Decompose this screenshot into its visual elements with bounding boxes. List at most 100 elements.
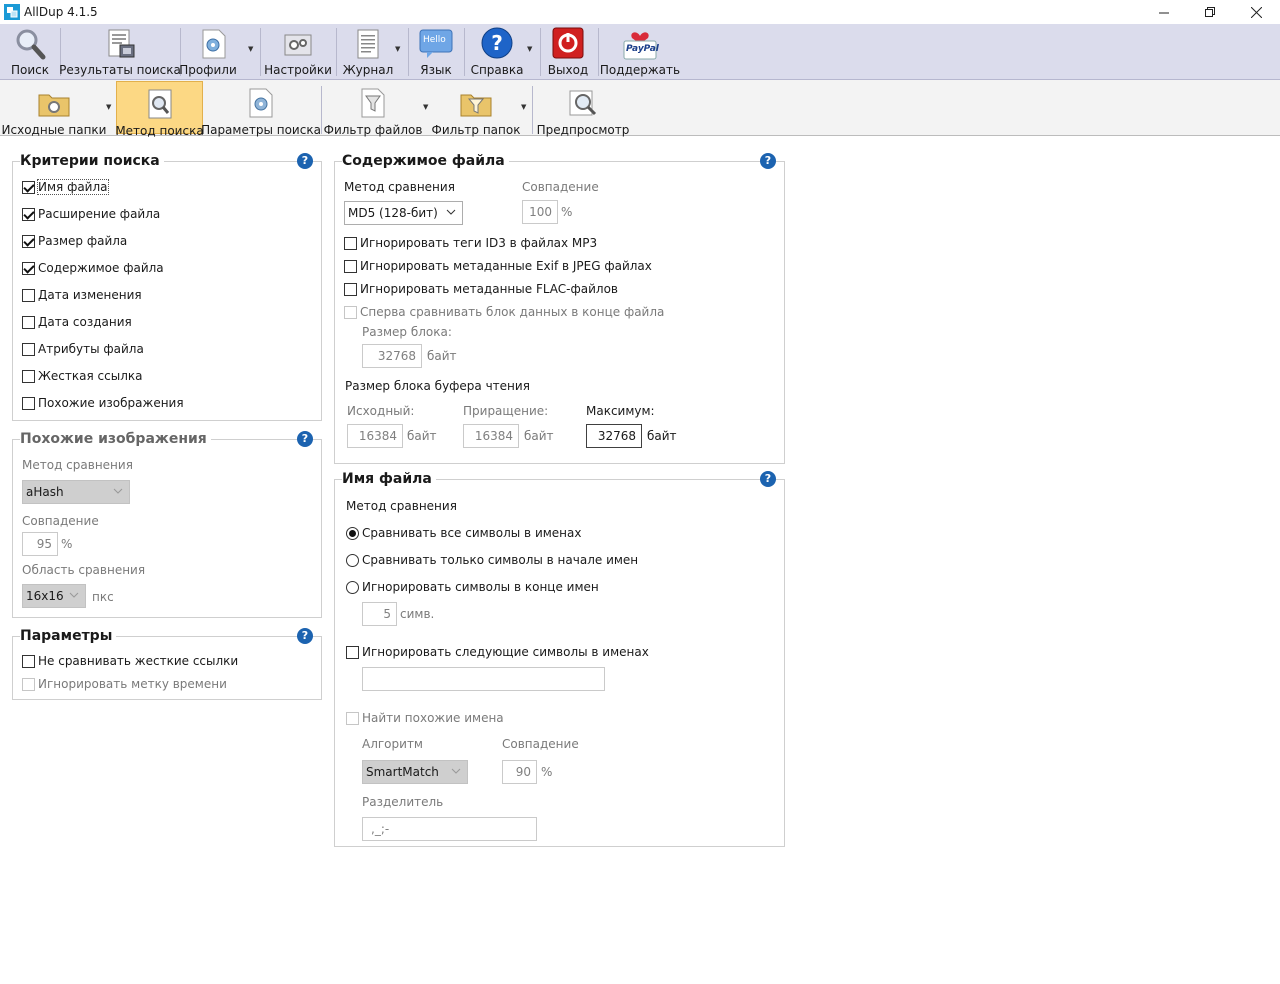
content-help-icon[interactable]: ? bbox=[760, 153, 776, 169]
criteria-item[interactable]: Содержимое файла bbox=[22, 261, 164, 275]
criteria-item[interactable]: Размер файла bbox=[22, 234, 127, 248]
no-hardlinks-label: Не сравнивать жесткие ссылки bbox=[38, 654, 239, 668]
no-hardlinks-checkbox[interactable]: Не сравнивать жесткие ссылки bbox=[22, 654, 238, 668]
ignore-chars-label: Игнорировать следующие символы в именах bbox=[362, 645, 649, 659]
checkbox-icon[interactable] bbox=[22, 677, 35, 691]
separator-input[interactable]: ,_;- bbox=[362, 817, 537, 841]
journal-dropdown-arrow-icon[interactable]: ▼ bbox=[395, 45, 400, 53]
help-button[interactable]: ? Справка bbox=[468, 24, 526, 80]
checkbox-icon[interactable] bbox=[22, 315, 35, 329]
help-dropdown-arrow-icon[interactable]: ▼ bbox=[527, 45, 532, 53]
profiles-dropdown-arrow-icon[interactable]: ▼ bbox=[248, 45, 253, 53]
checkbox-checked-icon[interactable] bbox=[22, 207, 35, 221]
search-params-button[interactable]: Параметры поиска bbox=[201, 81, 321, 137]
minimize-button[interactable] bbox=[1141, 0, 1187, 24]
radio-icon[interactable] bbox=[346, 553, 359, 567]
checkbox-icon[interactable] bbox=[22, 342, 35, 356]
ignore-chars-input[interactable] bbox=[362, 667, 605, 691]
toolbar-separator bbox=[260, 28, 261, 76]
ignore-flac-checkbox[interactable]: Игнорировать метаданные FLAC-файлов bbox=[344, 282, 618, 296]
checkbox-icon[interactable] bbox=[22, 288, 35, 302]
similar-images-match-input[interactable]: 95 bbox=[22, 532, 58, 556]
language-button[interactable]: Hello Язык bbox=[412, 24, 460, 80]
criteria-label: Имя файла bbox=[37, 179, 109, 195]
folder-filter-dropdown-arrow-icon[interactable]: ▼ bbox=[521, 103, 526, 111]
block-size-input[interactable]: 32768 bbox=[362, 344, 422, 368]
magnifier-icon bbox=[13, 27, 47, 61]
preview-button[interactable]: Предпросмотр bbox=[537, 81, 629, 137]
radio-compare-all[interactable]: Сравнивать все символы в именах bbox=[346, 526, 581, 540]
similar-names-checkbox[interactable]: Найти похожие имена bbox=[346, 711, 504, 725]
search-results-label: Результаты поиска bbox=[59, 63, 181, 77]
support-button[interactable]: PayPal Поддержать bbox=[600, 24, 680, 80]
ignore-chars-checkbox[interactable]: Игнорировать следующие символы в именах bbox=[346, 645, 649, 659]
checkbox-icon[interactable] bbox=[22, 396, 35, 410]
checkbox-checked-icon[interactable] bbox=[22, 234, 35, 248]
exit-button[interactable]: Выход bbox=[544, 24, 592, 80]
chars-count-input[interactable]: 5 bbox=[362, 602, 397, 626]
content-match-input[interactable]: 100 bbox=[522, 200, 558, 224]
radio-ignore-end[interactable]: Игнорировать символы в конце имен bbox=[346, 580, 599, 594]
checkbox-icon[interactable] bbox=[346, 645, 359, 659]
criteria-item[interactable]: Похожие изображения bbox=[22, 396, 184, 410]
checkbox-icon[interactable] bbox=[344, 259, 357, 273]
content-title: Содержимое файла bbox=[342, 153, 509, 169]
radio-selected-icon[interactable] bbox=[346, 526, 359, 540]
compare-end-first-checkbox[interactable]: Сперва сравнивать блок данных в конце фа… bbox=[344, 305, 664, 319]
algorithm-select[interactable]: SmartMatch bbox=[362, 760, 468, 784]
filename-help-icon[interactable]: ? bbox=[760, 471, 776, 487]
criteria-item[interactable]: Дата изменения bbox=[22, 288, 142, 302]
criteria-item[interactable]: Атрибуты файла bbox=[22, 342, 144, 356]
criteria-help-icon[interactable]: ? bbox=[297, 153, 313, 169]
ignore-timestamp-checkbox[interactable]: Игнорировать метку времени bbox=[22, 677, 227, 691]
checkbox-icon[interactable] bbox=[344, 236, 357, 250]
content-method-select[interactable]: MD5 (128-бит) bbox=[344, 201, 463, 225]
initial-label: Исходный: bbox=[347, 404, 415, 418]
initial-input[interactable]: 16384 bbox=[347, 424, 403, 448]
checkbox-icon[interactable] bbox=[346, 711, 359, 725]
source-folders-dropdown-arrow-icon[interactable]: ▼ bbox=[106, 103, 111, 111]
search-method-button[interactable]: Метод поиска bbox=[115, 81, 204, 138]
close-button[interactable] bbox=[1233, 0, 1279, 24]
file-filter-label: Фильтр файлов bbox=[323, 123, 423, 137]
folder-filter-button[interactable]: Фильтр папок bbox=[432, 81, 520, 137]
criteria-item[interactable]: Дата создания bbox=[22, 315, 132, 329]
file-filter-dropdown-arrow-icon[interactable]: ▼ bbox=[423, 103, 428, 111]
journal-button[interactable]: Журнал bbox=[340, 24, 396, 80]
search-button[interactable]: Поиск bbox=[7, 24, 53, 80]
checkbox-checked-icon[interactable] bbox=[22, 180, 35, 194]
restore-button[interactable] bbox=[1187, 0, 1233, 24]
radio-icon[interactable] bbox=[346, 580, 359, 594]
search-results-button[interactable]: Результаты поиска bbox=[59, 24, 181, 80]
block-size-label: Размер блока: bbox=[362, 325, 452, 339]
ignore-exif-checkbox[interactable]: Игнорировать метаданные Exif в JPEG файл… bbox=[344, 259, 652, 273]
ignore-timestamp-label: Игнорировать метку времени bbox=[38, 677, 227, 691]
ignore-id3-checkbox[interactable]: Игнорировать теги ID3 в файлах MP3 bbox=[344, 236, 597, 250]
checkbox-icon[interactable] bbox=[344, 305, 357, 319]
checkbox-checked-icon[interactable] bbox=[22, 261, 35, 275]
max-input[interactable]: 32768 bbox=[586, 424, 642, 448]
toolbar-separator bbox=[464, 28, 465, 76]
profiles-button[interactable]: Профили bbox=[179, 24, 244, 80]
checkbox-icon[interactable] bbox=[344, 282, 357, 296]
pixel-unit: пкс bbox=[92, 590, 114, 604]
checkbox-icon[interactable] bbox=[22, 369, 35, 383]
checkbox-icon[interactable] bbox=[22, 654, 35, 668]
radio-compare-start[interactable]: Сравнивать только символы в начале имен bbox=[346, 553, 638, 567]
settings-label: Настройки bbox=[264, 63, 332, 77]
separator-label: Разделитель bbox=[362, 795, 444, 809]
file-filter-button[interactable]: Фильтр файлов bbox=[323, 81, 423, 137]
params-help-icon[interactable]: ? bbox=[297, 628, 313, 644]
increment-input[interactable]: 16384 bbox=[463, 424, 519, 448]
criteria-label: Похожие изображения bbox=[38, 396, 184, 410]
settings-button[interactable]: Настройки bbox=[264, 24, 332, 80]
similar-images-area-select[interactable]: 16x16 bbox=[22, 584, 86, 608]
similar-images-method-select[interactable]: aHash bbox=[22, 480, 130, 504]
criteria-item[interactable]: Расширение файла bbox=[22, 207, 160, 221]
criteria-item[interactable]: Имя файла bbox=[22, 179, 109, 195]
name-match-input[interactable]: 90 bbox=[502, 760, 537, 784]
source-folders-button[interactable]: Исходные папки bbox=[2, 81, 106, 137]
criteria-item[interactable]: Жесткая ссылка bbox=[22, 369, 142, 383]
similar-images-help-icon[interactable]: ? bbox=[297, 431, 313, 447]
main-toolbar: Поиск Результаты поиска Профили ▼ Настро… bbox=[0, 24, 1280, 80]
